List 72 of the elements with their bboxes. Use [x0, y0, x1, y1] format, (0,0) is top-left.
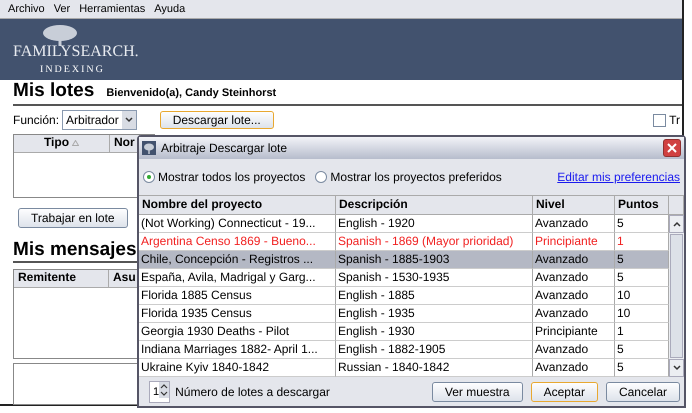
scroll-down-icon — [672, 364, 682, 372]
table-cell: Ukraine Kyiv 1840-1842 — [139, 359, 336, 377]
preferences-link[interactable]: Editar mis preferencias — [557, 170, 680, 184]
caret-icon — [122, 111, 136, 129]
menu-item[interactable]: Ayuda — [154, 3, 186, 15]
table-cell: Florida 1885 Census — [139, 287, 336, 305]
menu-item[interactable]: Ver — [54, 3, 70, 15]
column-header[interactable]: Nombre del proyecto — [139, 196, 336, 215]
table-row[interactable]: Ukraine Kyiv 1840-1842 Russian - 1840-1842 Avanzado 5 — [139, 359, 669, 377]
checkbox-label: Tr — [669, 113, 680, 127]
dialog-button[interactable]: Ver muestra — [432, 382, 523, 402]
dialog-button[interactable]: Aceptar — [530, 382, 598, 402]
table-cell: Avanzado — [533, 287, 615, 305]
table-row[interactable]: (Not Working) Connecticut - 19... English - 1920 Avanzado 5 — [139, 215, 669, 233]
logo-subtitle: INDEXING — [40, 64, 105, 75]
table-cell: Avanzado — [533, 341, 615, 359]
scroll-up-icon — [672, 220, 682, 228]
column-header[interactable]: Nivel — [533, 196, 615, 215]
table-cell: Spanish - 1885-1903 — [336, 251, 533, 269]
download-button[interactable]: Descargar lote... — [160, 111, 274, 129]
tree-icon — [142, 141, 156, 155]
work-button[interactable]: Trabajar en lote — [18, 208, 128, 228]
menu-item[interactable]: Archivo — [8, 3, 45, 15]
tree-icon — [40, 24, 80, 46]
welcome-text: Bienvenido(a), Candy Steinhorst — [106, 87, 276, 99]
table-cell: Indiana Marriages 1882- April 1... — [139, 341, 336, 359]
table-cell: 5 — [615, 215, 669, 233]
count-label: Número de lotes a descargar — [175, 384, 330, 398]
table-cell: Russian - 1840-1842 — [336, 359, 533, 377]
table-cell: Avanzado — [533, 269, 615, 287]
table-cell: English - 1885 — [336, 287, 533, 305]
scrollbar[interactable] — [669, 215, 684, 377]
section-title: Mis lotes — [13, 80, 94, 102]
table-cell: Avanzado — [533, 359, 615, 377]
dialog-button[interactable]: Cancelar — [606, 382, 680, 402]
table-cell: Principiante — [533, 323, 615, 341]
column-header[interactable]: Tipo — [14, 135, 110, 152]
function-label: Función: — [13, 113, 60, 127]
table-row[interactable]: España, Avila, Madrigal y Garg... Spanish - 1530-1935 Avanzado 5 — [139, 269, 669, 287]
table-row[interactable]: Florida 1935 Census English - 1935 Avanzado 10 — [139, 305, 669, 323]
logo-text: FAMILYSEARCH. — [13, 43, 139, 61]
close-button[interactable] — [663, 139, 681, 157]
table-cell: English - 1920 — [336, 215, 533, 233]
column-header[interactable]: Descripción — [336, 196, 533, 215]
dialog-title: Arbitraje Descargar lote — [161, 141, 288, 155]
table-cell: Avanzado — [533, 305, 615, 323]
function-dropdown[interactable]: Arbitrador — [62, 110, 137, 130]
table-cell: English - 1935 — [336, 305, 533, 323]
menu-item[interactable]: Herramientas — [79, 3, 146, 15]
table-row[interactable]: Chile, Concepción - Registros ... Spanish - 1885-1903 Avanzado 5 — [139, 251, 669, 269]
column-header[interactable]: Remitente — [14, 270, 109, 287]
close-icon — [667, 143, 677, 153]
count-spinner[interactable]: 1 — [149, 380, 170, 402]
table-cell: Georgia 1930 Deaths - Pilot — [139, 323, 336, 341]
table-cell: 5 — [615, 359, 669, 377]
table-cell: España, Avila, Madrigal y Garg... — [139, 269, 336, 287]
table-cell: Avanzado — [533, 251, 615, 269]
checkbox[interactable] — [653, 114, 666, 126]
table-cell: Florida 1935 Census — [139, 305, 336, 323]
table-row[interactable]: Florida 1885 Census English - 1885 Avanzado 10 — [139, 287, 669, 305]
table-cell: Spanish - 1530-1935 — [336, 269, 533, 287]
column-header[interactable]: Puntos — [615, 196, 669, 215]
table-cell: (Not Working) Connecticut - 19... — [139, 215, 336, 233]
table-row[interactable]: Georgia 1930 Deaths - Pilot English - 1930 Principiante 1 — [139, 323, 669, 341]
table-cell: English - 1930 — [336, 323, 533, 341]
table-cell: Chile, Concepción - Registros ... — [139, 251, 336, 269]
table-cell: Avanzado — [533, 215, 615, 233]
radio-option[interactable]: Mostrar los proyectos preferidos — [315, 170, 502, 184]
radio-option[interactable]: Mostrar todos los proyectos — [143, 170, 306, 184]
table-row[interactable]: Indiana Marriages 1882- April 1... English - 1882-1905 Avanzado 5 — [139, 341, 669, 359]
spinner-arrows-icon — [159, 382, 170, 398]
table-cell: English - 1882-1905 — [336, 341, 533, 359]
